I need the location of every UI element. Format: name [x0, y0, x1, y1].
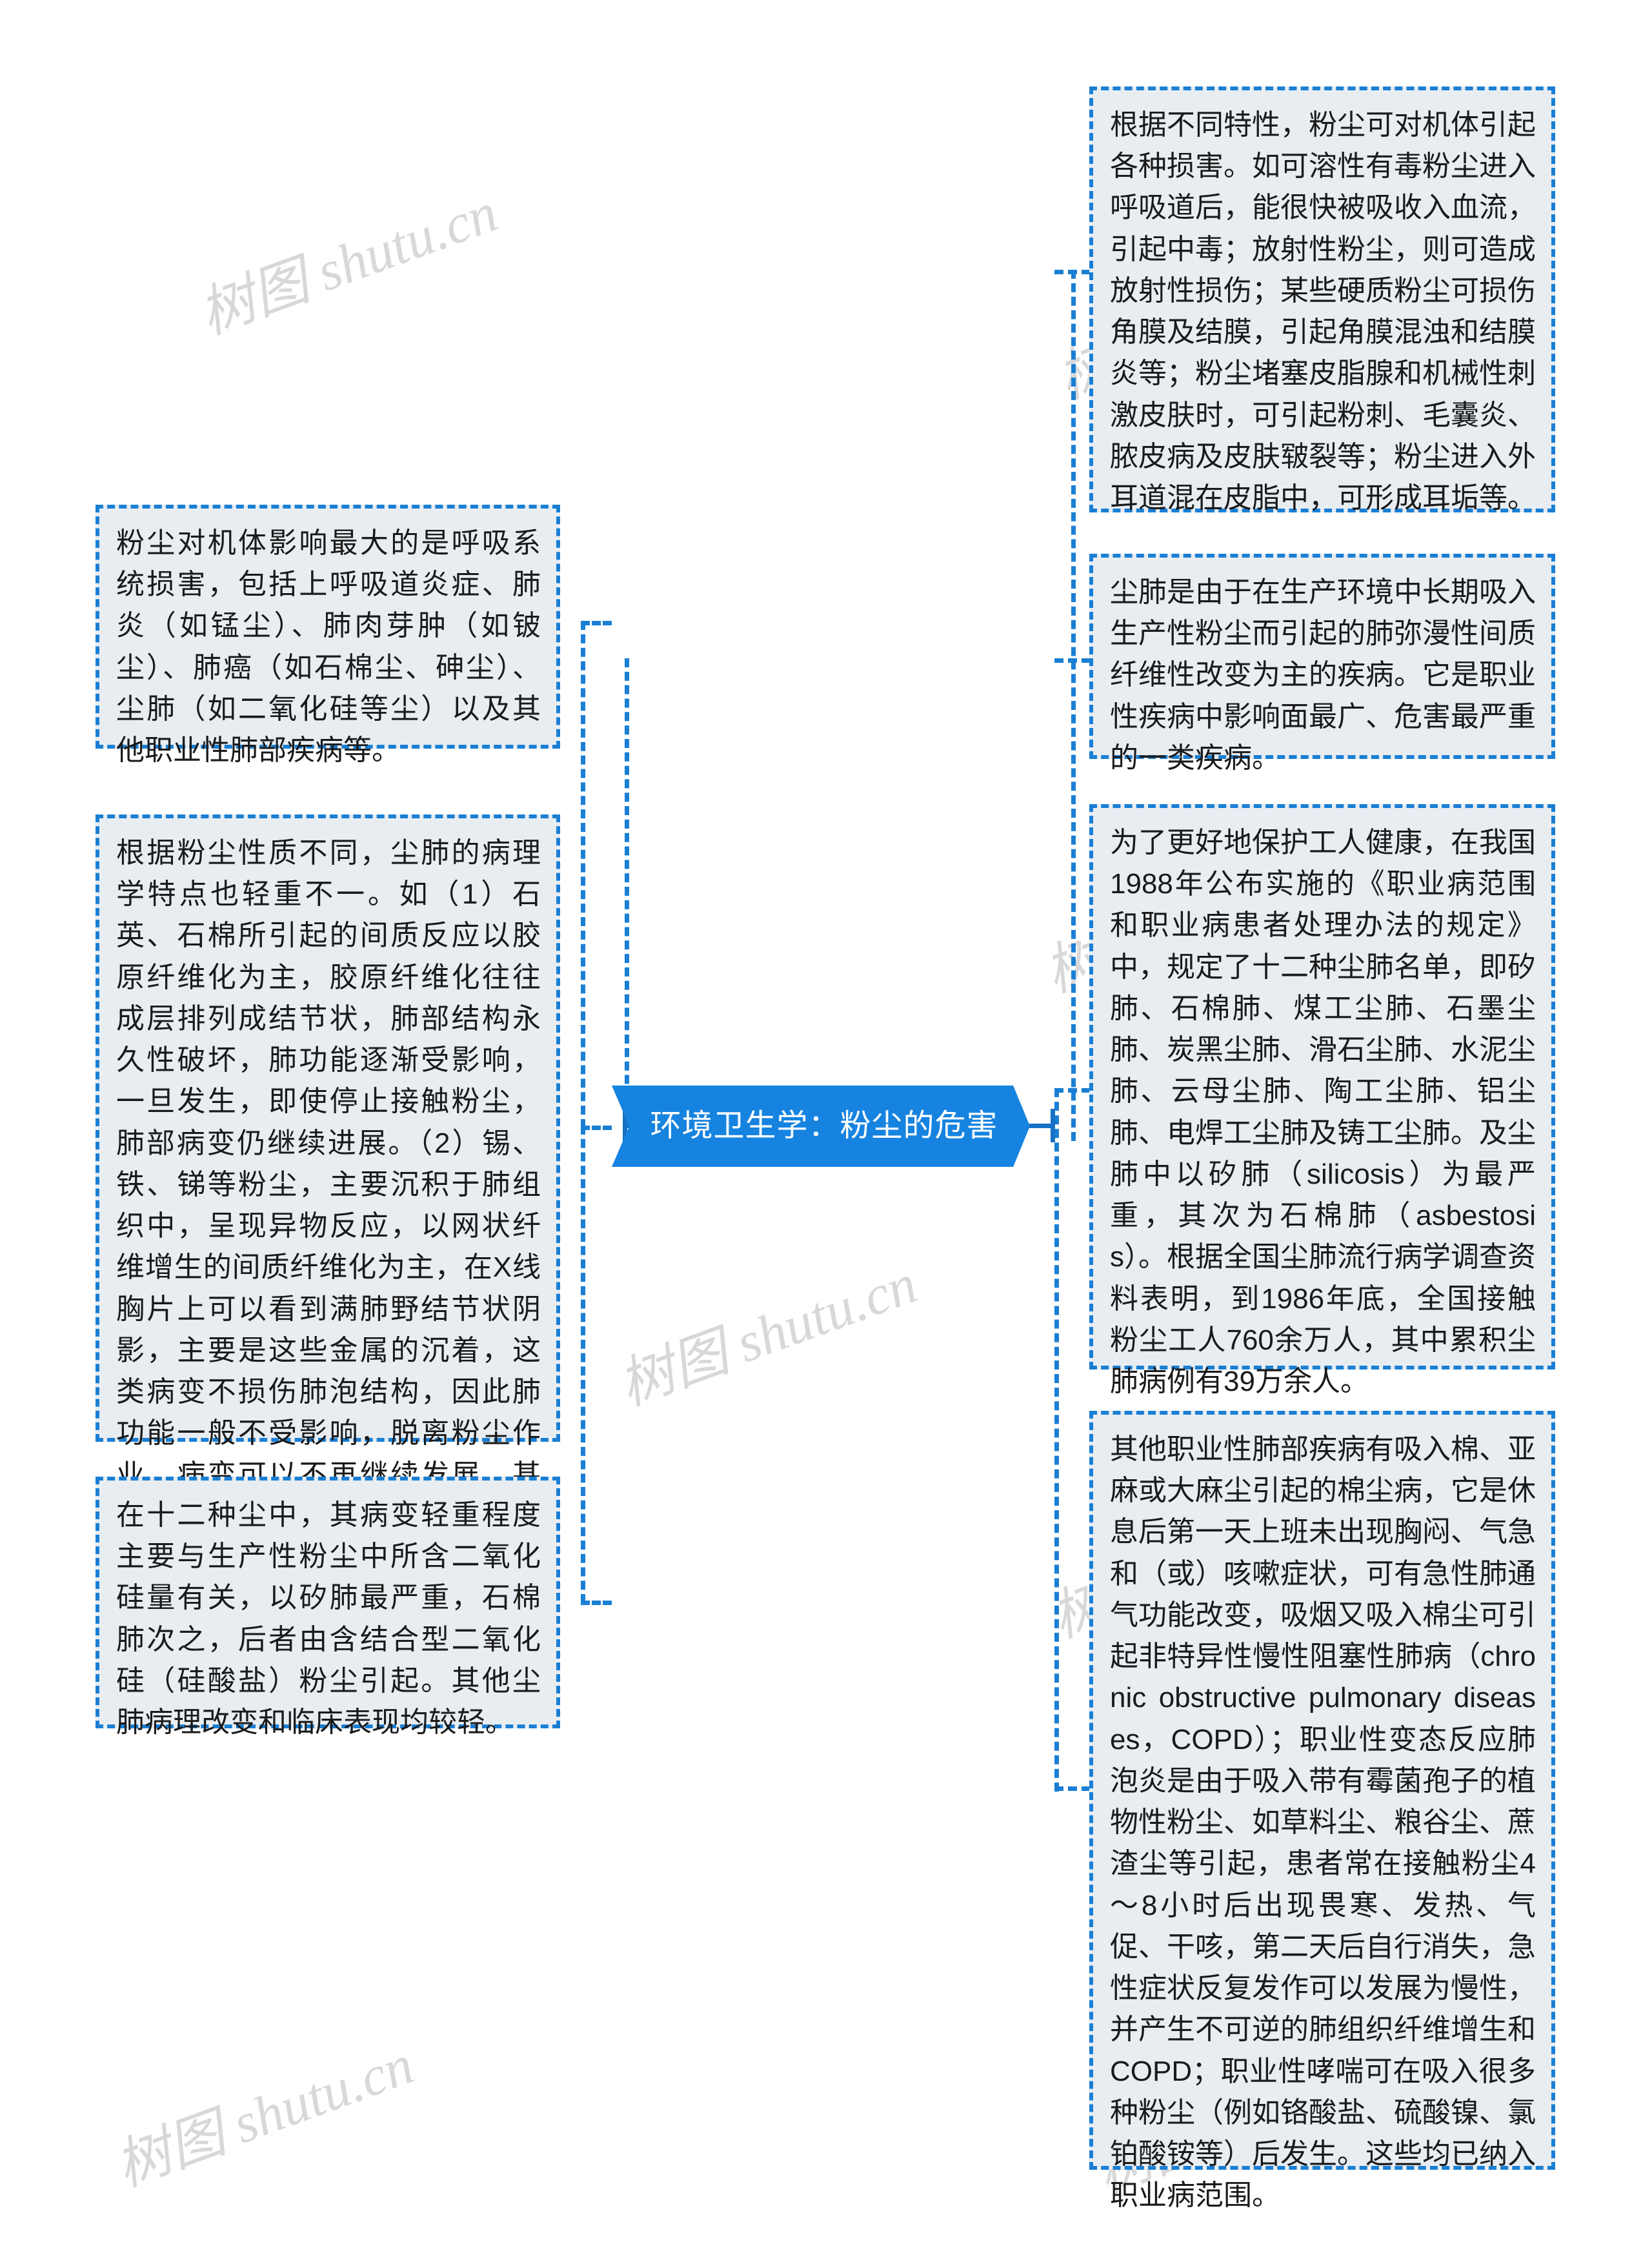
topic-node-right-4[interactable]: 其他职业性肺部疾病有吸入棉、亚麻或大麻尘引起的棉尘病，它是休息后第一天上班未出现… — [1089, 1411, 1555, 2211]
mind-map-canvas: 环境卫生学：粉尘的危害 粉尘对机体影响最大的是呼吸系统损害，包括上呼吸道炎症、肺… — [0, 0, 1652, 2244]
connector-stub-left-3 — [581, 1601, 612, 1605]
topic-node-left-2[interactable]: 根据粉尘性质不同，尘肺的病理学特点也轻重不一。如（1）石英、石棉所引起的间质反应… — [96, 814, 560, 1532]
connector-stub-right-4 — [1054, 1786, 1091, 1791]
connector-trunk-right-lower — [1054, 1088, 1059, 1792]
connector-stub-left-1 — [581, 621, 612, 625]
connector-trunk-left-lower — [581, 1126, 585, 1603]
topic-node-left-3[interactable]: 在十二种尘中，其病变轻重程度主要与生产性粉尘中所含二氧化硅量有关，以矽肺最严重，… — [96, 1477, 560, 1738]
topic-node-text: 其他职业性肺部疾病有吸入棉、亚麻或大麻尘引起的棉尘病，它是休息后第一天上班未出现… — [1110, 1433, 1536, 2212]
connector-stub-right-1 — [1054, 270, 1091, 274]
topic-node-text: 根据粉尘性质不同，尘肺的病理学特点也轻重不一。如（1）石英、石棉所引起的间质反应… — [116, 837, 541, 1532]
connector-stub-left-2 — [581, 1126, 612, 1130]
topic-node-right-3[interactable]: 为了更好地保护工人健康，在我国1988年公布实施的《职业病范围和职业病患者处理办… — [1089, 804, 1555, 1397]
topic-node-text: 根据不同特性，粉尘可对机体引起各种损害。如可溶性有毒粉尘进入呼吸道后，能很快被吸… — [1110, 109, 1536, 514]
topic-node-left-1[interactable]: 粉尘对机体影响最大的是呼吸系统损害，包括上呼吸道炎症、肺炎（如锰尘）、肺肉芽肿（… — [96, 505, 560, 766]
connector-trunk-left — [581, 621, 585, 1128]
topic-node-text: 粉尘对机体影响最大的是呼吸系统损害，包括上呼吸道炎症、肺炎（如锰尘）、肺肉芽肿（… — [116, 527, 541, 767]
topic-node-right-2[interactable]: 尘肺是由于在生产环境中长期吸入生产性粉尘而引起的肺弥漫性间质纤维性改变为主的疾病… — [1089, 554, 1555, 774]
connector-stub-right-2 — [1054, 658, 1091, 663]
connector-trunk-right — [1071, 270, 1076, 1141]
topic-node-text: 为了更好地保护工人健康，在我国1988年公布实施的《职业病范围和职业病患者处理办… — [1110, 827, 1536, 1398]
topic-node-text: 在十二种尘中，其病变轻重程度主要与生产性粉尘中所含二氧化硅量有关，以矽肺最严重，… — [116, 1499, 541, 1739]
topic-node-right-1[interactable]: 根据不同特性，粉尘可对机体引起各种损害。如可溶性有毒粉尘进入呼吸道后，能很快被吸… — [1089, 86, 1555, 514]
central-topic[interactable]: 环境卫生学：粉尘的危害 — [612, 1086, 1030, 1167]
central-topic-label: 环境卫生学：粉尘的危害 — [650, 1109, 998, 1143]
connector-spine-left — [625, 658, 629, 1124]
topic-node-text: 尘肺是由于在生产环境中长期吸入生产性粉尘而引起的肺弥漫性间质纤维性改变为主的疾病… — [1110, 576, 1536, 774]
connector-stub-right-3 — [1054, 1088, 1091, 1093]
